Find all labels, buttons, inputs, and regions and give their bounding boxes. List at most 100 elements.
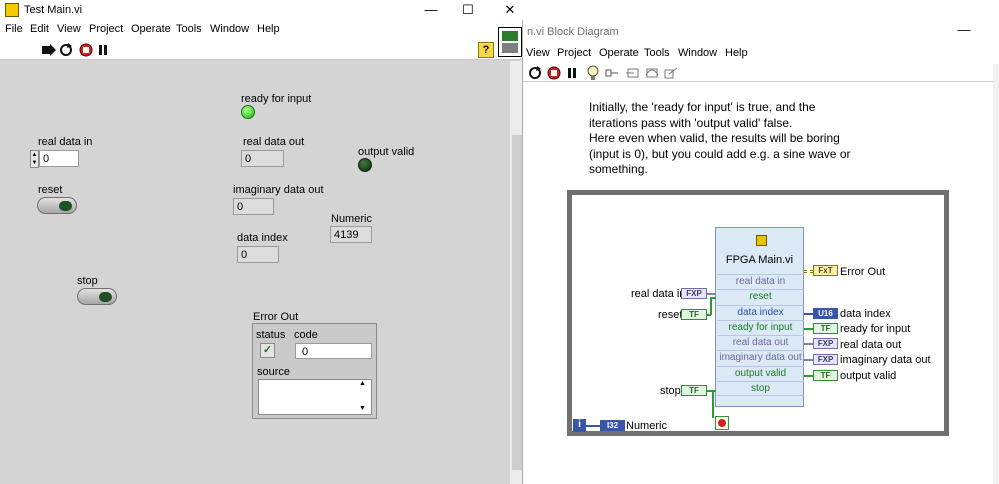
step-into-icon[interactable] <box>626 67 640 79</box>
bd-horizontal-scroll-edge <box>993 64 999 484</box>
window-title: Test Main.vi <box>24 4 83 16</box>
loop-condition-terminal[interactable] <box>715 416 729 430</box>
bd-menu-window[interactable]: Window <box>678 47 717 59</box>
close-button[interactable]: ✕ <box>487 0 533 20</box>
bd-menu-project[interactable]: Project <box>557 47 591 59</box>
subvi-terminal-real-data-in[interactable]: real data in <box>717 274 804 289</box>
bd-imaginary-data-out-label: imaginary data out <box>840 354 931 366</box>
scrollbar-thumb[interactable] <box>512 135 522 470</box>
wire-iteration <box>586 425 600 427</box>
wire-real-data-in <box>707 293 716 295</box>
wire-reset-into-node <box>710 297 716 299</box>
abort-icon[interactable] <box>79 43 93 57</box>
comment-line: (input is 0), but you could add e.g. a s… <box>589 146 851 161</box>
front-panel-toolbar: ? <box>0 40 527 60</box>
run-arrow-icon[interactable] <box>42 44 56 56</box>
bd-real-data-out-terminal[interactable]: FXP <box>813 338 838 349</box>
bd-real-data-in-label: real data in <box>631 288 686 300</box>
bd-error-out-label: Error Out <box>840 266 886 278</box>
bd-imaginary-data-out-terminal[interactable]: FXP <box>813 354 838 365</box>
bd-menu-operate[interactable]: Operate <box>599 47 639 59</box>
bd-abort-icon[interactable] <box>547 66 561 80</box>
wire-ready-for-input <box>804 328 813 330</box>
bd-menu-view[interactable]: View <box>526 47 550 59</box>
output-valid-led <box>358 158 372 172</box>
increment-decrement-arrows[interactable]: ▲ ▼ <box>30 150 39 168</box>
step-out-icon[interactable] <box>664 67 678 79</box>
scroll-down-icon[interactable]: ▼ <box>359 405 366 412</box>
bd-minimize-button[interactable]: — <box>941 20 987 40</box>
reset-label: reset <box>38 184 63 196</box>
bd-real-data-in-terminal[interactable]: FXP <box>681 288 707 299</box>
subvi-terminal-reset[interactable]: reset <box>717 289 804 304</box>
error-source-label: source <box>257 366 291 378</box>
fpga-main-subvi[interactable]: FPGA Main.vi real data in reset data ind… <box>715 227 804 407</box>
bd-ready-for-input-terminal[interactable]: TF <box>813 323 838 334</box>
stop-label: stop <box>77 275 98 287</box>
wire-real-data-out <box>804 343 813 345</box>
menu-help[interactable]: Help <box>257 23 280 35</box>
subvi-terminal-real-data-out[interactable]: real data out <box>717 335 804 350</box>
real-data-out-label: real data out <box>243 136 305 148</box>
block-diagram-menubar: View Project Operate Tools Window Help <box>523 44 999 64</box>
status-check-icon: ✓ <box>260 343 275 358</box>
error-out-label: Error Out <box>253 311 299 323</box>
bd-output-valid-terminal[interactable]: TF <box>813 370 838 381</box>
error-status-label: status <box>256 329 286 341</box>
comment-line: iterations pass with 'output valid' fals… <box>589 115 793 130</box>
menu-project[interactable]: Project <box>89 23 123 35</box>
diagram-comment: Initially, the 'ready for input' is true… <box>589 100 889 178</box>
bd-run-continuously-icon[interactable] <box>528 66 542 80</box>
subvi-terminal-data-index[interactable]: data index <box>717 305 804 320</box>
bd-toolbar <box>523 64 999 82</box>
labview-icon <box>5 3 19 17</box>
bd-menu-help[interactable]: Help <box>725 47 748 59</box>
real-data-out-indicator: 0 <box>241 150 284 167</box>
retain-wire-values-icon[interactable] <box>605 67 619 79</box>
front-panel-menubar: File Edit View Project Operate Tools Win… <box>0 20 527 40</box>
vi-icon <box>498 27 522 57</box>
bd-ready-for-input-label: ready for input <box>840 323 911 335</box>
menu-tools[interactable]: Tools <box>176 23 202 35</box>
bd-reset-terminal[interactable]: TF <box>681 309 707 320</box>
imaginary-data-out-indicator: 0 <box>233 198 274 215</box>
scroll-up-icon[interactable]: ▲ <box>359 380 366 387</box>
ready-for-input-label: ready for input <box>241 93 312 105</box>
error-code-label: code <box>294 329 318 341</box>
bd-numeric-label: Numeric <box>626 420 667 432</box>
iteration-terminal[interactable]: i <box>573 419 586 432</box>
data-index-indicator: 0 <box>237 246 279 263</box>
wire-error-out <box>804 270 813 273</box>
stop-button[interactable] <box>77 288 117 305</box>
subvi-terminal-stop[interactable]: stop <box>717 381 804 396</box>
bd-numeric-terminal[interactable]: I32 <box>600 420 625 431</box>
menu-operate[interactable]: Operate <box>131 23 171 35</box>
step-over-icon[interactable] <box>645 67 659 79</box>
comment-line: Here even when valid, the results will b… <box>589 131 840 146</box>
reset-button[interactable] <box>37 197 77 214</box>
numeric-indicator: 4139 <box>330 226 372 243</box>
context-help-button[interactable]: ? <box>478 42 494 58</box>
menu-window[interactable]: Window <box>210 23 249 35</box>
front-panel-titlebar: Test Main.vi — ☐ ✕ <box>0 0 527 20</box>
real-data-in-control[interactable]: 0 <box>39 150 79 167</box>
imaginary-data-out-label: imaginary data out <box>233 184 324 196</box>
subvi-terminal-output-valid[interactable]: output valid <box>717 366 804 381</box>
bd-menu-tools[interactable]: Tools <box>644 47 670 59</box>
pause-icon[interactable] <box>98 44 108 56</box>
highlight-execution-icon[interactable] <box>587 65 599 81</box>
menu-file[interactable]: File <box>5 23 23 35</box>
maximize-button[interactable]: ☐ <box>445 0 491 20</box>
bd-error-out-terminal[interactable]: FxT <box>813 265 838 276</box>
menu-edit[interactable]: Edit <box>30 23 49 35</box>
subvi-terminal-imaginary-data-out[interactable]: imaginary data out <box>717 350 804 365</box>
subvi-terminal-ready-for-input[interactable]: ready for input <box>717 320 804 335</box>
error-out-cluster: status ✓ code 0 source ▲ ▼ <box>252 323 377 419</box>
menu-view[interactable]: View <box>57 23 81 35</box>
run-continuously-icon[interactable] <box>59 43 73 57</box>
bd-pause-icon[interactable] <box>567 67 577 79</box>
bd-stop-terminal[interactable]: TF <box>681 385 707 396</box>
error-source-field[interactable] <box>258 379 372 415</box>
error-code-field[interactable]: 0 <box>295 343 372 359</box>
bd-data-index-terminal[interactable]: U16 <box>813 308 838 319</box>
